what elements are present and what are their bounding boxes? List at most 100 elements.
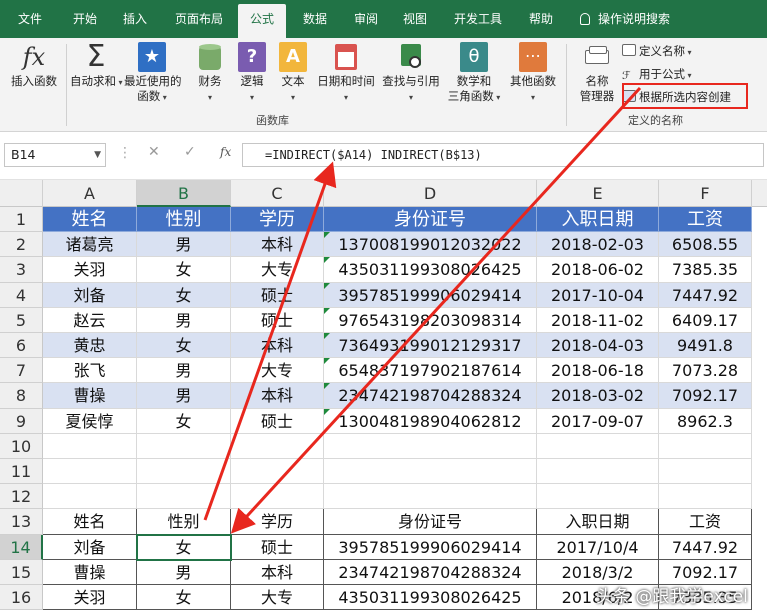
table1-cell[interactable]: 诸葛亮 (43, 232, 137, 258)
table1-cell[interactable]: 硕士 (231, 307, 324, 333)
table2-cell[interactable]: 刘备 (43, 534, 137, 560)
table1-header-cell[interactable]: 性别 (137, 207, 231, 233)
table2-header-cell[interactable]: 身份证号 (324, 509, 537, 535)
table1-cell[interactable]: 8962.3 (659, 408, 752, 434)
row-header-2[interactable]: 2 (0, 232, 43, 258)
empty-cell[interactable] (659, 459, 752, 485)
financial-button[interactable]: 财务 ▾ (190, 42, 230, 105)
more-functions-button[interactable]: ⋯ 其他函数 ▾ (504, 42, 562, 105)
table1-cell[interactable]: 736493199012129317 (324, 333, 537, 359)
table1-cell[interactable]: 女 (137, 408, 231, 434)
table1-header-cell[interactable]: 学历 (231, 207, 324, 233)
column-header-d[interactable]: D (324, 180, 537, 207)
table2-cell[interactable]: 435031199308026425 (324, 585, 537, 611)
empty-cell[interactable] (137, 433, 231, 459)
row-header-11[interactable]: 11 (0, 459, 43, 485)
row-header-7[interactable]: 7 (0, 358, 43, 384)
empty-cell[interactable] (659, 433, 752, 459)
table1-cell[interactable]: 女 (137, 257, 231, 283)
empty-cell[interactable] (324, 433, 537, 459)
table1-cell[interactable]: 137008199012032022 (324, 232, 537, 258)
table1-cell[interactable]: 9491.8 (659, 333, 752, 359)
table1-cell[interactable]: 654837197902187614 (324, 358, 537, 384)
tab-help[interactable]: 帮助 (518, 0, 564, 38)
table1-cell[interactable]: 2018-06-02 (537, 257, 659, 283)
row-header-14[interactable]: 14 (0, 534, 43, 560)
tab-view[interactable]: 视图 (392, 0, 438, 38)
table1-header-cell[interactable]: 身份证号 (324, 207, 537, 233)
tab-data[interactable]: 数据 (292, 0, 338, 38)
table1-cell[interactable]: 2018-03-02 (537, 383, 659, 409)
empty-cell[interactable] (137, 484, 231, 510)
empty-cell[interactable] (324, 484, 537, 510)
tab-developer[interactable]: 开发工具 (445, 0, 511, 38)
table2-header-cell[interactable]: 姓名 (43, 509, 137, 535)
table2-cell[interactable]: 大专 (231, 585, 324, 611)
table1-cell[interactable]: 夏侯惇 (43, 408, 137, 434)
table2-header-cell[interactable]: 入职日期 (537, 509, 659, 535)
table1-cell[interactable]: 硕士 (231, 408, 324, 434)
table1-cell[interactable]: 关羽 (43, 257, 137, 283)
empty-cell[interactable] (231, 433, 324, 459)
column-header-f[interactable]: F (659, 180, 752, 207)
empty-cell[interactable] (537, 433, 659, 459)
table1-header-cell[interactable]: 入职日期 (537, 207, 659, 233)
table1-cell[interactable]: 赵云 (43, 307, 137, 333)
table2-cell[interactable]: 395785199906029414 (324, 534, 537, 560)
table2-header-cell[interactable]: 工资 (659, 509, 752, 535)
table1-cell[interactable]: 2017-09-07 (537, 408, 659, 434)
empty-cell[interactable] (537, 459, 659, 485)
table2-cell[interactable]: 曹操 (43, 559, 137, 585)
chevron-down-icon[interactable]: ▼ (94, 144, 101, 166)
table2-cell[interactable]: 关羽 (43, 585, 137, 611)
name-box[interactable]: B14 ▼ (4, 143, 106, 167)
table1-cell[interactable]: 张飞 (43, 358, 137, 384)
empty-cell[interactable] (231, 484, 324, 510)
table1-header-cell[interactable]: 姓名 (43, 207, 137, 233)
tab-review[interactable]: 审阅 (343, 0, 389, 38)
table1-cell[interactable]: 234742198704288324 (324, 383, 537, 409)
tell-me-search[interactable]: 操作说明搜索 (580, 0, 710, 38)
table1-cell[interactable]: 硕士 (231, 282, 324, 308)
column-header-a[interactable]: A (43, 180, 137, 207)
insert-function-button[interactable]: fx 插入函数 (6, 42, 62, 89)
tab-insert[interactable]: 插入 (112, 0, 158, 38)
table2-header-cell[interactable]: 学历 (231, 509, 324, 535)
table1-cell[interactable]: 7447.92 (659, 282, 752, 308)
table1-cell[interactable]: 男 (137, 383, 231, 409)
text-button[interactable]: A 文本 ▾ (274, 42, 312, 105)
table2-cell[interactable]: 7447.92 (659, 534, 752, 560)
table1-cell[interactable]: 女 (137, 282, 231, 308)
table1-cell[interactable]: 男 (137, 232, 231, 258)
table2-header-cell[interactable]: 性别 (137, 509, 231, 535)
logical-button[interactable]: ? 逻辑 ▾ (234, 42, 270, 105)
row-header-16[interactable]: 16 (0, 585, 43, 611)
enter-check-icon[interactable]: ✓ (184, 144, 196, 160)
column-header-b[interactable]: B (137, 180, 231, 207)
math-trig-button[interactable]: θ 数学和 三角函数 ▾ (444, 42, 504, 105)
tab-home[interactable]: 开始 (62, 0, 108, 38)
table1-cell[interactable]: 大专 (231, 358, 324, 384)
table1-cell[interactable]: 大专 (231, 257, 324, 283)
table1-cell[interactable]: 435031199308026425 (324, 257, 537, 283)
recently-used-button[interactable]: ★ 最近使用的 函数 ▾ (124, 42, 182, 105)
cancel-icon[interactable]: ✕ (148, 144, 160, 160)
table1-cell[interactable]: 本科 (231, 232, 324, 258)
empty-cell[interactable] (231, 459, 324, 485)
column-header-e[interactable]: E (537, 180, 659, 207)
table1-cell[interactable]: 7385.35 (659, 257, 752, 283)
table1-cell[interactable]: 男 (137, 307, 231, 333)
spreadsheet-grid[interactable]: ABCDEF 1 2 3 4 5 6 7 8 9 10 11 12 13 14 15 16 姓名 性别 学历 身份证… (0, 180, 767, 616)
table2-cell[interactable]: 234742198704288324 (324, 559, 537, 585)
lookup-reference-button[interactable]: 查找与引用 ▾ (380, 42, 442, 105)
table1-cell[interactable]: 刘备 (43, 282, 137, 308)
use-in-formula-button[interactable]: ℱ 用于公式 ▾ (622, 64, 692, 84)
empty-cell[interactable] (324, 459, 537, 485)
row-header-10[interactable]: 10 (0, 433, 43, 459)
define-name-button[interactable]: 定义名称 ▾ (622, 41, 692, 61)
name-manager-button[interactable]: 名称 管理器 (574, 42, 620, 104)
row-header-6[interactable]: 6 (0, 333, 43, 359)
table1-cell[interactable]: 2017-10-04 (537, 282, 659, 308)
table1-cell[interactable]: 2018-06-18 (537, 358, 659, 384)
row-header-4[interactable]: 4 (0, 282, 43, 308)
